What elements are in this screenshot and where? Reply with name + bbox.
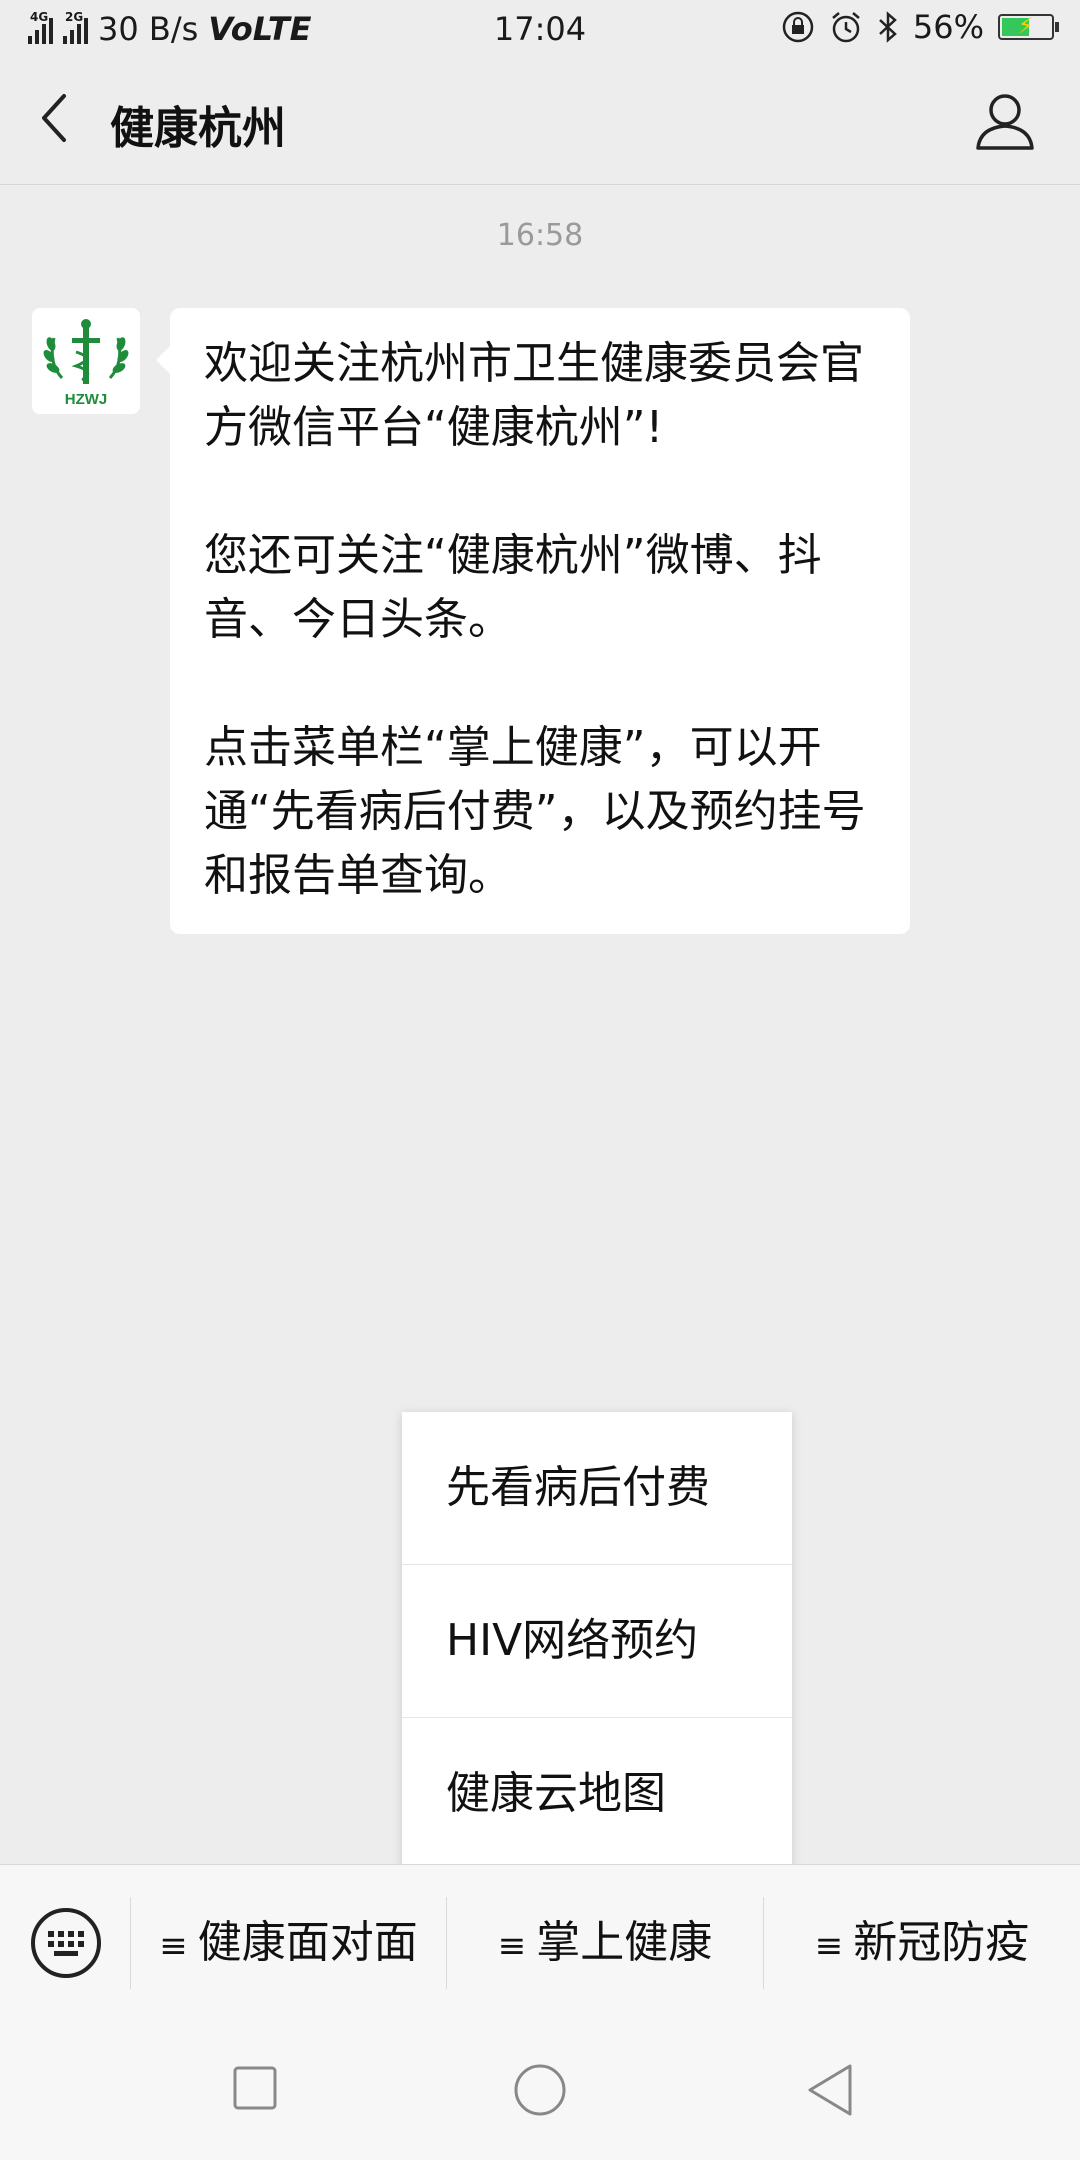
message-paragraph: 欢迎关注杭州市卫生健康委员会官方微信平台“健康杭州”!	[204, 338, 864, 453]
charging-icon: ⚡	[1018, 14, 1034, 39]
battery-icon: ⚡	[998, 14, 1059, 40]
recent-apps-button[interactable]	[232, 2065, 278, 2115]
battery-percent: 56%	[912, 8, 984, 46]
nav-bar: 健康杭州	[0, 58, 1080, 185]
keyboard-icon	[31, 1908, 101, 1978]
menu-item-mobile-health[interactable]: ≡ 掌上健康	[447, 1865, 763, 2021]
back-button[interactable]	[30, 88, 90, 148]
menu-item-covid-prevention[interactable]: ≡ 新冠防疫	[764, 1865, 1080, 2021]
menu-item-label: 新冠防疫	[853, 1917, 1030, 1968]
square-nav-icon	[233, 2066, 277, 2110]
menu-item-health-face-to-face[interactable]: ≡ 健康面对面	[131, 1865, 446, 2021]
keyboard-toggle-button[interactable]	[30, 1907, 102, 1979]
hzwj-logo-icon: HZWJ	[43, 319, 129, 408]
bluetooth-icon	[879, 11, 897, 43]
alarm-icon	[832, 12, 860, 43]
lock-rotation-icon	[782, 11, 814, 43]
profile-icon	[976, 94, 1034, 150]
message-bubble[interactable]: 欢迎关注杭州市卫生健康委员会官方微信平台“健康杭州”! 您还可关注“健康杭州”微…	[156, 308, 910, 934]
status-right: 56% ⚡	[781, 8, 1059, 46]
hamburger-icon: ≡	[814, 1926, 844, 1966]
message-timestamp: 16:58	[496, 218, 584, 253]
home-button[interactable]	[512, 2062, 568, 2122]
menu-item-label: 健康面对面	[197, 1917, 418, 1968]
circle-nav-icon	[514, 2064, 566, 2116]
profile-button[interactable]	[970, 86, 1040, 156]
hamburger-icon: ≡	[159, 1926, 188, 1966]
message-paragraph: 点击菜单栏“掌上健康”，可以开通“先看病后付费”，以及预约挂号和报告单查询。	[204, 722, 866, 901]
message-paragraph: 您还可关注“健康杭州”微博、抖音、今日头条。	[204, 530, 822, 645]
submenu-item-hiv-appointment[interactable]: HIV网络预约	[402, 1565, 792, 1718]
submenu-item-health-map[interactable]: 健康云地图	[402, 1718, 792, 1870]
logo-text: HZWJ	[65, 391, 108, 408]
submenu-item-pay-after-visit[interactable]: 先看病后付费	[402, 1412, 792, 1565]
system-nav-bar	[0, 2020, 1080, 2160]
back-arrow-icon	[42, 94, 66, 142]
page-title: 健康杭州	[110, 103, 286, 154]
back-nav-button[interactable]	[804, 2062, 856, 2122]
account-avatar[interactable]: HZWJ	[32, 308, 140, 414]
menu-item-label: 掌上健康	[536, 1917, 713, 1968]
triangle-back-nav-icon	[808, 2064, 852, 2116]
status-bar: 4G 2G 30 B/s VoLTE 17:04 56% ⚡	[0, 0, 1080, 58]
official-account-menu-bar: ≡ 健康面对面 ≡ 掌上健康 ≡ 新冠防疫	[0, 1864, 1080, 2021]
hamburger-icon: ≡	[497, 1926, 527, 1966]
submenu-popup: 先看病后付费 HIV网络预约 健康云地图	[402, 1412, 792, 1870]
